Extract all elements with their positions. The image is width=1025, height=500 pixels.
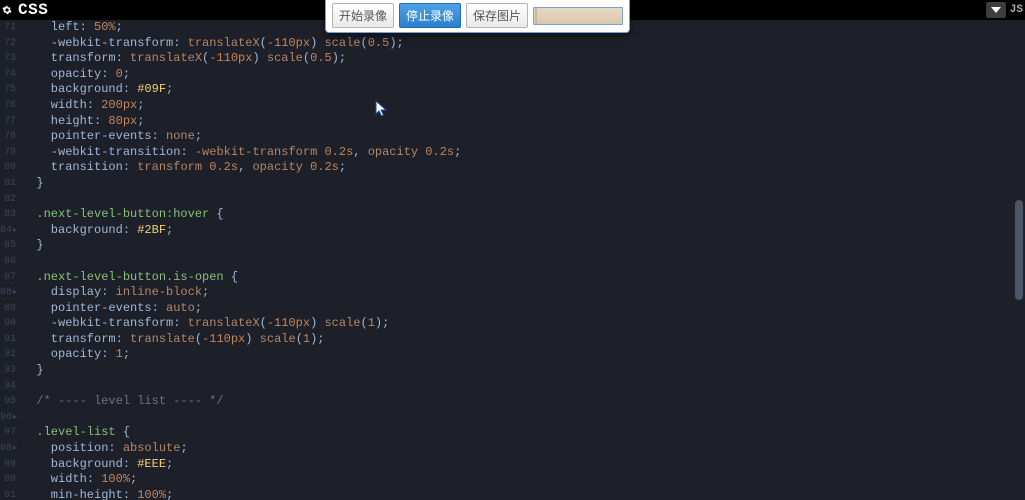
scrollbar-thumb[interactable] [1015, 200, 1023, 300]
recording-preview[interactable] [533, 7, 623, 25]
code-line[interactable]: -webkit-transition: -webkit-transform 0.… [22, 145, 1009, 161]
code-line[interactable]: .next-level-button:hover { [22, 207, 1009, 223]
code-line[interactable]: background: #2BF; [22, 223, 1009, 239]
code-line[interactable]: } [22, 238, 1009, 254]
code-line[interactable]: /* ---- level list ---- */ [22, 394, 1009, 410]
code-line[interactable]: transition: transform 0.2s, opacity 0.2s… [22, 160, 1009, 176]
code-editor[interactable]: 7172737475767778798081828384858687888990… [0, 20, 1025, 500]
preview-thumbnail [535, 8, 537, 24]
gear-icon[interactable] [2, 5, 12, 15]
code-line[interactable]: .next-level-button.is-open { [22, 270, 1009, 286]
start-record-button[interactable]: 开始录像 [332, 3, 394, 28]
code-line[interactable]: transform: translate(-110px) scale(1); [22, 332, 1009, 348]
code-line[interactable]: background: #09F; [22, 82, 1009, 98]
code-line[interactable]: transform: translateX(-110px) scale(0.5)… [22, 51, 1009, 67]
panel-title: CSS [18, 1, 48, 19]
code-line[interactable]: display: inline-block; [22, 285, 1009, 301]
code-line[interactable]: } [22, 363, 1009, 379]
code-line[interactable] [22, 410, 1009, 426]
stop-record-button[interactable]: 停止录像 [399, 3, 461, 28]
chevron-down-icon[interactable] [986, 2, 1006, 18]
code-line[interactable]: .level-list { [22, 425, 1009, 441]
code-line[interactable]: width: 200px; [22, 98, 1009, 114]
code-line[interactable]: } [22, 176, 1009, 192]
code-line[interactable]: -webkit-transform: translateX(-110px) sc… [22, 36, 1009, 52]
code-line[interactable]: pointer-events: auto; [22, 301, 1009, 317]
js-tab-label[interactable]: JS [1010, 4, 1023, 16]
code-line[interactable]: width: 100%; [22, 472, 1009, 488]
code-line[interactable] [22, 379, 1009, 395]
line-number-gutter: 7172737475767778798081828384858687888990… [0, 20, 18, 500]
code-line[interactable] [22, 192, 1009, 208]
code-line[interactable] [22, 254, 1009, 270]
code-line[interactable]: pointer-events: none; [22, 129, 1009, 145]
code-line[interactable]: min-height: 100%; [22, 488, 1009, 500]
mouse-cursor-icon [375, 100, 389, 118]
code-line[interactable]: height: 80px; [22, 114, 1009, 130]
scrollbar-track[interactable] [1011, 20, 1023, 500]
code-line[interactable]: background: #EEE; [22, 457, 1009, 473]
code-content[interactable]: left: 50%; -webkit-transform: translateX… [22, 20, 1009, 500]
recording-toolbar: 开始录像 停止录像 保存图片 [325, 0, 630, 33]
code-line[interactable]: opacity: 1; [22, 347, 1009, 363]
code-line[interactable]: -webkit-transform: translateX(-110px) sc… [22, 316, 1009, 332]
save-image-button[interactable]: 保存图片 [466, 3, 528, 28]
code-line[interactable]: opacity: 0; [22, 67, 1009, 83]
code-line[interactable]: position: absolute; [22, 441, 1009, 457]
